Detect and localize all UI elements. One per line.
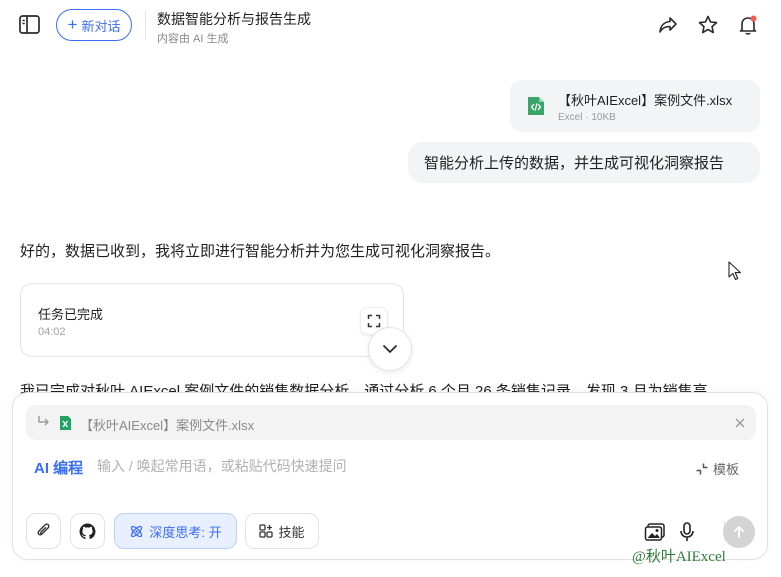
attachment-name: 【秋叶AIExcel】案例文件.xlsx: [80, 418, 255, 433]
star-icon[interactable]: [697, 14, 719, 36]
skills-button[interactable]: 技能: [245, 513, 319, 549]
sidebar-toggle-icon[interactable]: [18, 14, 42, 36]
bell-icon[interactable]: [737, 14, 759, 36]
task-status: 任务已完成: [38, 307, 104, 322]
file-meta: Excel · 10KB: [558, 112, 616, 123]
excel-file-icon: [60, 416, 71, 430]
template-label: 模板: [713, 462, 740, 477]
ai-coding-label[interactable]: AI 编程: [34, 457, 83, 478]
github-button[interactable]: [70, 513, 105, 549]
microphone-icon[interactable]: [676, 522, 698, 542]
chevron-down-icon: [383, 345, 397, 353]
task-card[interactable]: 任务已完成 04:02: [20, 283, 404, 357]
atom-icon: [131, 525, 143, 537]
grid-icon: [259, 524, 274, 538]
user-message: 智能分析上传的数据，并生成可视化洞察报告: [408, 142, 760, 183]
code-file-icon: [528, 97, 544, 115]
collapse-icon: [696, 463, 708, 474]
conversation-title: 数据智能分析与报告生成: [157, 11, 311, 27]
notification-dot: [750, 15, 757, 22]
github-icon: [79, 523, 96, 539]
watermark: @秋叶AIExcel: [632, 549, 726, 565]
plus-icon: +: [67, 14, 78, 34]
new-chat-button[interactable]: + 新对话: [56, 9, 132, 41]
expand-icon: [367, 314, 381, 328]
send-button[interactable]: [723, 516, 755, 548]
mouse-pointer-icon: [728, 261, 742, 281]
reply-arrow-icon: [38, 416, 49, 426]
template-button[interactable]: 模板: [695, 459, 739, 478]
arrow-up-icon: [734, 526, 744, 538]
deep-think-toggle[interactable]: 深度思考: 开: [114, 513, 237, 549]
new-chat-label: 新对话: [81, 18, 121, 34]
attachment-bar: 【秋叶AIExcel】案例文件.xlsx: [26, 405, 756, 440]
image-upload-icon[interactable]: [644, 522, 666, 542]
header-divider: [145, 10, 146, 40]
conversation-subtitle: 内容由 AI 生成: [157, 33, 229, 45]
assistant-message: 好的，数据已收到，我将立即进行智能分析并为您生成可视化洞察报告。: [20, 243, 501, 260]
task-time: 04:02: [38, 326, 66, 338]
composer: 【秋叶AIExcel】案例文件.xlsx AI 编程 模板 深度思考: 开: [12, 392, 768, 560]
file-name: 【秋叶AIExcel】案例文件.xlsx: [558, 93, 733, 108]
share-icon[interactable]: [657, 14, 679, 36]
uploaded-file-card[interactable]: 【秋叶AIExcel】案例文件.xlsx Excel · 10KB: [510, 80, 760, 132]
close-icon[interactable]: [732, 415, 748, 431]
deep-think-label: 深度思考: 开: [149, 524, 222, 540]
prompt-input[interactable]: [97, 453, 667, 479]
skills-label: 技能: [278, 524, 305, 540]
attach-button[interactable]: [26, 513, 61, 549]
paperclip-icon: [37, 523, 49, 536]
scroll-to-bottom-button[interactable]: [368, 327, 412, 371]
header: + 新对话 数据智能分析与报告生成 内容由 AI 生成: [0, 0, 781, 52]
